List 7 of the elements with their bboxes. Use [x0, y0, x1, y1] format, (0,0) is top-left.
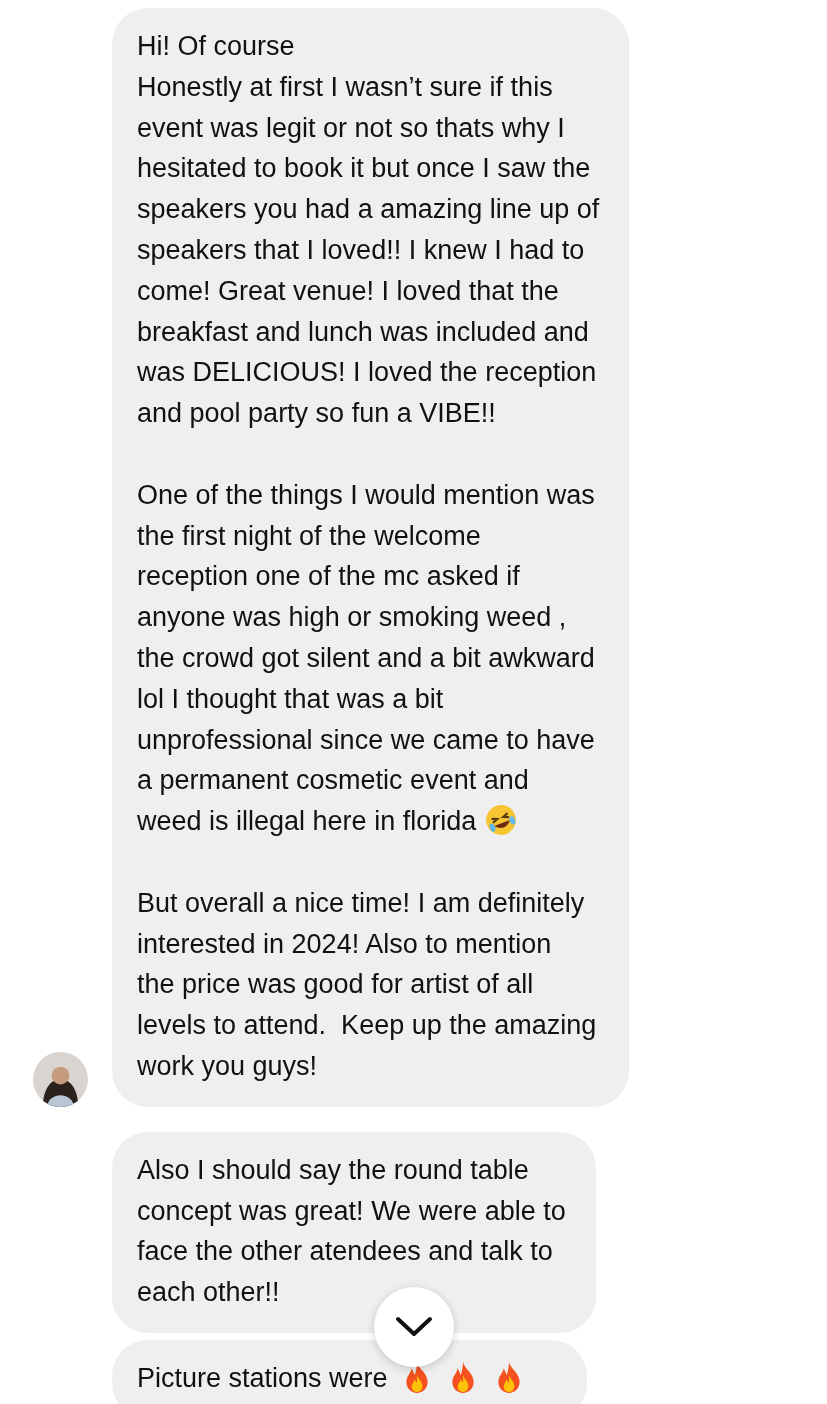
message-text: weed is illegal here in florida	[137, 806, 477, 837]
message-text: But overall a nice time! I am definitely interested in 2024! Also to mention the price was good for artist of all levels to attend. Keep up the amazing work you guys!	[137, 887, 597, 1081]
message-text: Picture stations were	[137, 1362, 388, 1393]
laughing-emoji-icon	[484, 803, 519, 838]
chevron-down-icon	[394, 1315, 434, 1339]
message-text: Also I should say the round table concept was great! We were able to face the other atendees and talk to each other!!	[137, 1154, 566, 1308]
message-text: Hi! Of course Honestly at first I wasn’t sure if this event was legit or not so thats why I hesitated to book it but once I saw the speakers you had a amazing line up of speakers that I loved!! I knew I had to come! Great venue! I loved that the breakfast and lunch was included and was DELICIOUS! I loved the reception and pool party so fun a VIBE!!	[137, 31, 600, 429]
